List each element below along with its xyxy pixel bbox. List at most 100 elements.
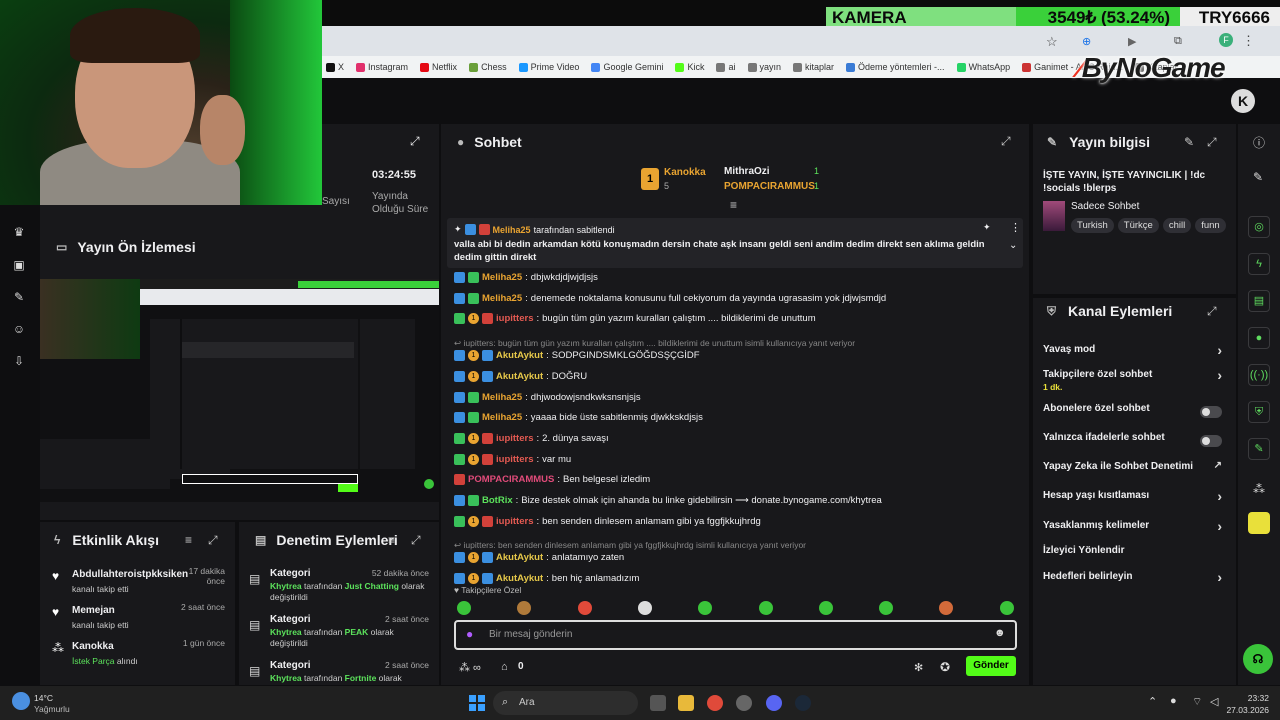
channel-action-2[interactable]: Abonelere özel sohbet bbox=[1043, 403, 1150, 414]
chat-username[interactable]: iupitters bbox=[496, 516, 533, 527]
chat-message[interactable]: Meliha25: dbjwkdjdjwjdjsjs bbox=[454, 272, 598, 283]
trophy-icon[interactable]: ♛ bbox=[12, 225, 26, 239]
chat-bubble-icon[interactable]: ● bbox=[1248, 327, 1270, 349]
emoji-icon[interactable]: ☻ bbox=[994, 627, 1006, 639]
document-icon[interactable]: ▤ bbox=[1248, 290, 1270, 312]
chat-input[interactable]: ● Bir mesaj gönderin ☻ bbox=[454, 620, 1017, 650]
channel-action-4[interactable]: Yapay Zeka ile Sohbet Denetimi bbox=[1043, 461, 1193, 472]
chat-username[interactable]: iupitters bbox=[496, 454, 533, 465]
chat-message[interactable]: 1 AkutAykut: DOĞRU bbox=[454, 370, 587, 382]
toggle-switch[interactable] bbox=[1200, 435, 1222, 447]
bookmark-item[interactable]: kitaplar bbox=[793, 62, 834, 72]
tray-chevron-icon[interactable]: ⌃ bbox=[1148, 695, 1157, 708]
external-link-icon[interactable]: ↗ bbox=[1214, 460, 1222, 471]
bookmark-item[interactable]: Netflix bbox=[420, 62, 457, 72]
chat-username[interactable]: AkutAykut bbox=[496, 371, 543, 382]
tag-pill[interactable]: funn bbox=[1195, 218, 1226, 233]
channel-action-6[interactable]: Yasaklanmış kelimeler bbox=[1043, 520, 1149, 531]
edit-icon[interactable]: ✎ bbox=[1184, 135, 1194, 149]
windows-start-icon[interactable] bbox=[469, 695, 485, 711]
emote-icon[interactable] bbox=[637, 601, 652, 615]
steam-icon[interactable] bbox=[795, 695, 811, 711]
expand-icon[interactable]: ⤢ bbox=[208, 533, 218, 548]
more-icon[interactable]: ⋮ bbox=[1010, 221, 1021, 234]
emote-icon[interactable] bbox=[758, 601, 773, 615]
store-icon[interactable]: ⌂ bbox=[501, 661, 508, 673]
chat-username[interactable]: BotRix bbox=[482, 495, 513, 506]
filter-icon[interactable]: ≡ bbox=[185, 533, 192, 547]
channel-action-5[interactable]: Hesap yaşı kısıtlaması bbox=[1043, 490, 1149, 501]
emote-icon[interactable] bbox=[999, 601, 1014, 615]
chat-username[interactable]: AkutAykut bbox=[496, 552, 543, 563]
channel-action-1[interactable]: Takipçilere özel sohbet bbox=[1043, 369, 1152, 380]
clock-date[interactable]: 27.03.2026 bbox=[1224, 705, 1269, 715]
chat-message[interactable]: 1 iupitters: var mu bbox=[454, 453, 571, 465]
bookmark-item[interactable]: Instagram bbox=[356, 62, 408, 72]
apps-icon[interactable]: ⁂ bbox=[1253, 482, 1265, 496]
chevron-right-icon[interactable]: › bbox=[1217, 518, 1222, 534]
chat-message[interactable]: 1 AkutAykut: ben hiç anlamadızım bbox=[454, 573, 639, 585]
moderation-actor[interactable]: Khytrea bbox=[270, 627, 304, 637]
chat-message[interactable]: Meliha25: yaaaa bide üste sabitlenmiş djw… bbox=[454, 412, 703, 424]
info-icon[interactable]: ⓘ bbox=[1253, 134, 1265, 151]
network-icon[interactable]: ⌔ bbox=[1192, 695, 1202, 709]
chat-username[interactable]: Meliha25 bbox=[482, 272, 522, 283]
chat-message[interactable]: 1 iupitters:2. dünya savaşı bbox=[454, 432, 609, 444]
emote-icon[interactable] bbox=[457, 601, 471, 615]
emote-icon[interactable] bbox=[517, 601, 532, 615]
mic-icon[interactable]: ● bbox=[1170, 695, 1177, 707]
chat-username[interactable]: Meliha25 bbox=[482, 412, 522, 423]
activity-user[interactable]: Abdullahteroistpkksiken bbox=[72, 569, 188, 580]
bookmark-item[interactable]: X bbox=[326, 62, 344, 72]
bolt-icon[interactable]: ϟ bbox=[1248, 253, 1270, 275]
tag-pill[interactable]: Turkish bbox=[1071, 218, 1114, 233]
bookmark-item[interactable]: yayın bbox=[747, 62, 781, 72]
kick-logo-button[interactable]: K bbox=[1231, 89, 1255, 113]
menu-icon[interactable]: ⋮ bbox=[1242, 33, 1255, 49]
chat-message[interactable]: 1 AkutAykut: anlatamıyo zaten bbox=[454, 552, 624, 564]
tag-pill[interactable]: Türkçe bbox=[1117, 218, 1159, 233]
channel-action-7[interactable]: İzleyici Yönlendir bbox=[1043, 545, 1125, 556]
chat-message[interactable]: 1 iupitters: bugün tüm gün yazım kuralları… bbox=[454, 313, 816, 325]
broadcast-icon[interactable]: ((·)) bbox=[1248, 364, 1270, 386]
chevron-right-icon[interactable]: › bbox=[1217, 342, 1222, 358]
gift-icon[interactable]: ⁂ ∞ bbox=[459, 661, 481, 674]
popout-icon[interactable]: ⤢ bbox=[1001, 134, 1011, 149]
taskbar-search[interactable]: ⌕ Ara bbox=[493, 691, 638, 715]
upload-icon[interactable]: ⇩ bbox=[12, 354, 26, 368]
emote-icon[interactable] bbox=[698, 601, 713, 615]
emote-icon[interactable] bbox=[939, 601, 954, 615]
file-explorer-icon[interactable] bbox=[678, 695, 694, 711]
send-button[interactable]: Gönder bbox=[966, 656, 1016, 676]
pinned-message[interactable]: ✦ Meliha25 tarafından sabitlendi valla a… bbox=[447, 218, 1023, 268]
chat-message[interactable]: 1 iupitters: ben senden dinlesem anlamam g… bbox=[454, 515, 761, 527]
moderation-actor[interactable]: Khytrea bbox=[270, 581, 304, 591]
expand-icon[interactable]: ⤢ bbox=[1207, 304, 1217, 319]
emote-icon[interactable] bbox=[577, 601, 592, 615]
channel-action-0[interactable]: Yavaş mod bbox=[1043, 344, 1095, 355]
chat-username[interactable]: POMPACIRAMMUS bbox=[468, 474, 554, 485]
chevron-right-icon[interactable]: › bbox=[1217, 488, 1222, 504]
chat-message[interactable]: BotRix: Bize destek olmak için ahanda bu … bbox=[454, 495, 882, 506]
channel-action-8[interactable]: Hedefleri belirleyin bbox=[1043, 571, 1132, 582]
channel-action-3[interactable]: Yalnızca ifadelerle sohbet bbox=[1043, 432, 1165, 443]
toggle-switch[interactable] bbox=[1200, 406, 1222, 418]
chevron-right-icon[interactable]: › bbox=[1217, 569, 1222, 585]
bookmark-item[interactable]: Chess bbox=[469, 62, 507, 72]
profile-avatar[interactable]: F bbox=[1219, 33, 1233, 47]
gift-box-icon[interactable] bbox=[1248, 512, 1270, 534]
chat-username[interactable]: Meliha25 bbox=[482, 392, 522, 403]
moderation-actor[interactable]: Khytrea bbox=[270, 673, 304, 683]
chat-message[interactable]: Meliha25: dhjwodowjsndkwksnsnjsjs bbox=[454, 391, 641, 403]
chat-username[interactable]: AkutAykut bbox=[496, 350, 543, 361]
translate-icon[interactable]: ⊕ bbox=[1082, 35, 1091, 48]
category-name[interactable]: Sadece Sohbet bbox=[1071, 201, 1139, 212]
bookmark-item[interactable]: WhatsApp bbox=[956, 62, 1010, 72]
tag-pill[interactable]: chill bbox=[1162, 218, 1192, 233]
shield-icon[interactable]: ⛨ bbox=[1248, 401, 1270, 423]
wrench-icon[interactable]: ✎ bbox=[1248, 438, 1270, 460]
chat-username[interactable]: iupitters bbox=[496, 313, 533, 324]
third-name[interactable]: POMPACIRAMMUS bbox=[724, 181, 815, 192]
extensions-icon[interactable]: ⧉ bbox=[1174, 35, 1182, 48]
edit-icon[interactable]: ✎ bbox=[1253, 170, 1263, 184]
